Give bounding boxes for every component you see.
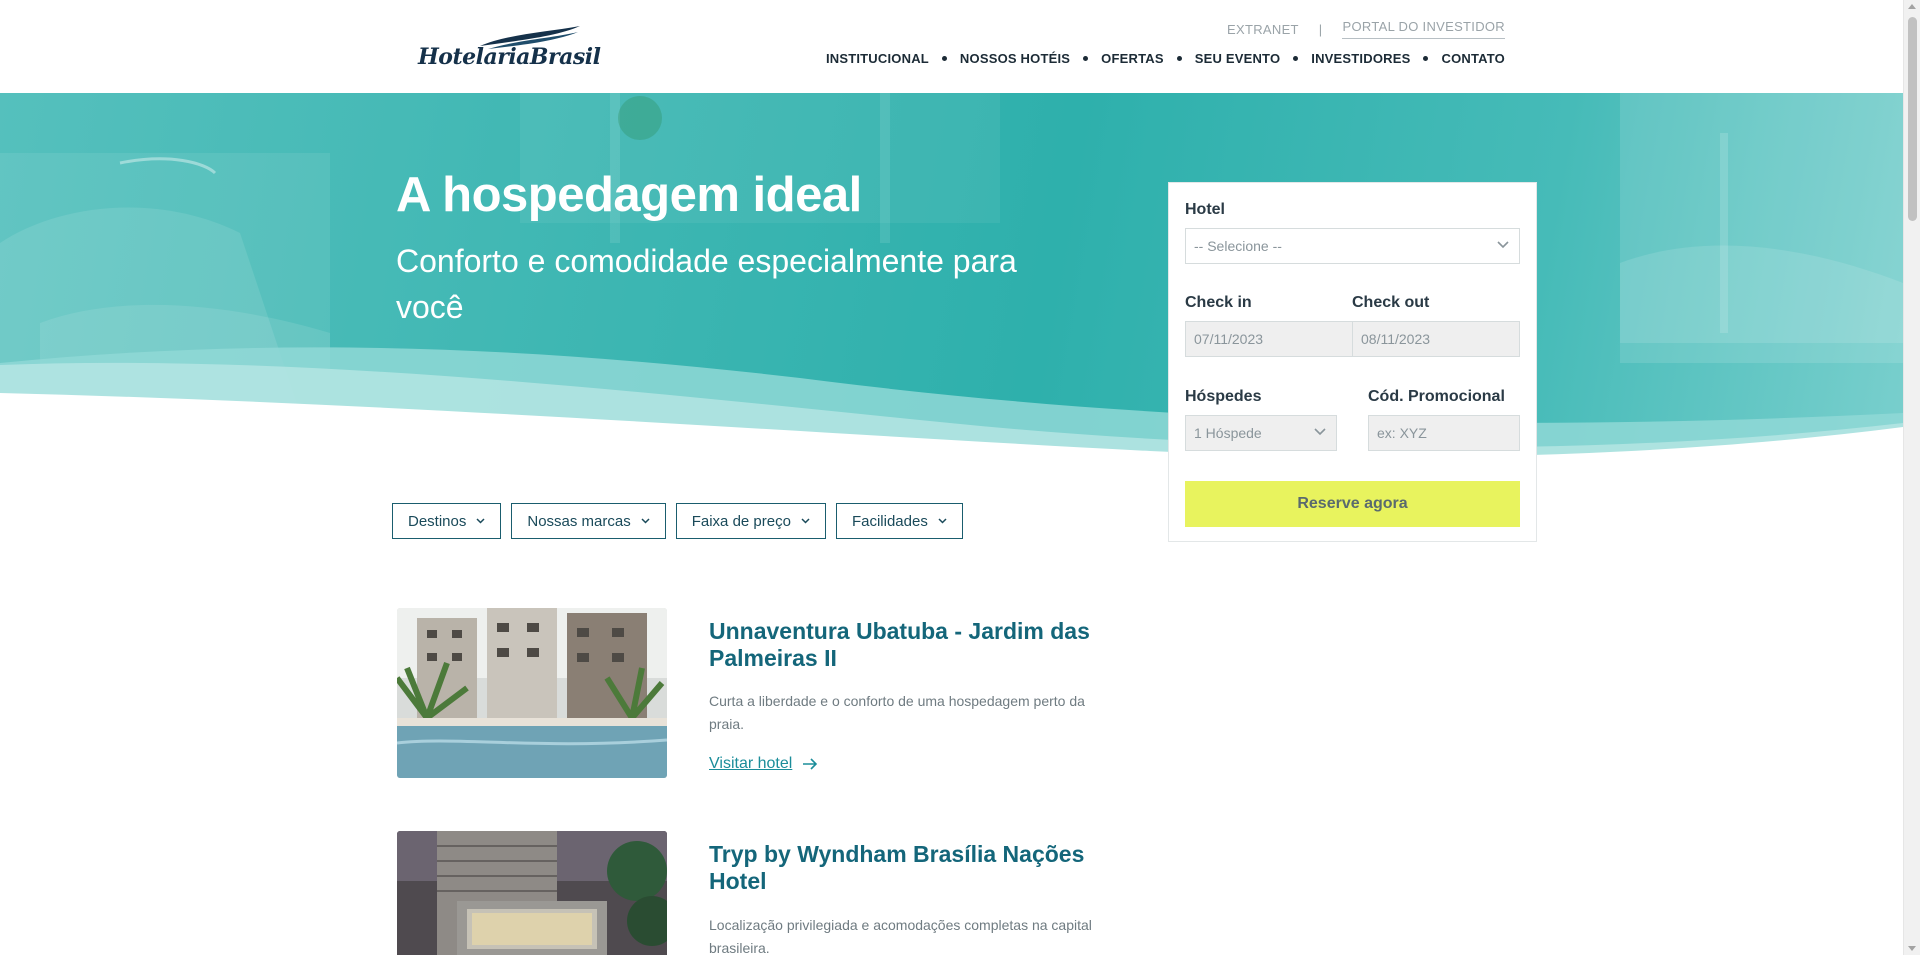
- main-navigation: INSTITUCIONAL NOSSOS HOTÉIS OFERTAS SEU …: [826, 51, 1505, 66]
- investor-portal-link[interactable]: PORTAL DO INVESTIDOR: [1342, 19, 1505, 39]
- checkin-date-field[interactable]: 07/11/2023: [1185, 321, 1353, 357]
- promo-code-label: Cód. Promocional: [1368, 388, 1505, 405]
- checkin-date-value: 07/11/2023: [1194, 331, 1264, 347]
- page-scrollbar[interactable]: [1903, 0, 1920, 955]
- hotel-description: Curta a liberdade e o conforto de uma ho…: [709, 693, 1085, 732]
- hotel-photo[interactable]: [397, 831, 667, 955]
- filter-nossas-marcas[interactable]: Nossas marcas: [511, 503, 666, 539]
- nav-contato[interactable]: CONTATO: [1441, 51, 1505, 66]
- site-header: HotelariaBrasil EXTRANET | PORTAL DO INV…: [0, 0, 1903, 93]
- hotel-description: Localização privilegiada e acomodações c…: [709, 917, 1092, 955]
- filter-label: Nossas marcas: [527, 512, 631, 530]
- hotel-card: Tryp by Wyndham Brasília Nações Hotel Lo…: [397, 831, 1097, 955]
- guests-select-value: 1 Hóspede: [1194, 425, 1262, 441]
- hotel-photo-building-icon: [397, 831, 667, 955]
- hotel-name[interactable]: Tryp by Wyndham Brasília Nações Hotel: [709, 841, 1109, 895]
- nav-bullet: [1176, 56, 1182, 61]
- visit-hotel-label: Visitar hotel: [709, 755, 793, 772]
- hotel-select[interactable]: -- Selecione --: [1185, 228, 1520, 264]
- guests-label: Hóspedes: [1185, 388, 1262, 405]
- top-links-separator: |: [1318, 21, 1323, 37]
- filter-label: Faixa de preço: [691, 512, 791, 530]
- chevron-down-icon: [641, 518, 650, 524]
- chevron-down-icon: [1314, 428, 1326, 436]
- filter-facilidades[interactable]: Facilidades: [835, 503, 963, 539]
- scrollbar-thumb[interactable]: [1908, 17, 1917, 221]
- promo-code-placeholder: ex: XYZ: [1377, 425, 1427, 441]
- chevron-down-icon: [476, 518, 485, 524]
- guests-select[interactable]: 1 Hóspede: [1185, 415, 1337, 451]
- filter-faixa-de-preco[interactable]: Faixa de preço: [675, 503, 826, 539]
- promo-code-input[interactable]: ex: XYZ: [1368, 415, 1520, 451]
- chevron-down-icon: [938, 518, 947, 524]
- nav-institucional[interactable]: INSTITUCIONAL: [826, 51, 929, 66]
- checkout-date-value: 08/11/2023: [1361, 331, 1431, 347]
- nav-investidores[interactable]: INVESTIDORES: [1311, 51, 1410, 66]
- logo-text: HotelariaBrasil: [418, 44, 601, 70]
- hotel-photo[interactable]: [397, 608, 667, 778]
- nav-bullet: [941, 56, 947, 61]
- nav-ofertas[interactable]: OFERTAS: [1101, 51, 1164, 66]
- hotelaria-brasil-logo[interactable]: HotelariaBrasil: [418, 26, 601, 72]
- chevron-down-icon: [1497, 241, 1509, 249]
- hero-title: A hospedagem ideal: [396, 168, 862, 222]
- filter-label: Destinos: [408, 512, 467, 530]
- scroll-up-arrow-icon[interactable]: [1908, 4, 1916, 9]
- booking-panel: Hotel -- Selecione -- Check in Check out…: [1168, 182, 1537, 542]
- filter-label: Facilidades: [851, 512, 928, 530]
- checkout-label: Check out: [1352, 294, 1430, 311]
- chevron-down-icon: [801, 518, 810, 524]
- hotel-photo-pool-icon: [397, 608, 667, 778]
- nav-bullet: [1293, 56, 1299, 61]
- checkout-date-field[interactable]: 08/11/2023: [1352, 321, 1520, 357]
- hotel-filters: Destinos Nossas marcas Faixa de preço Fa…: [392, 503, 963, 539]
- nav-seu-evento[interactable]: SEU EVENTO: [1195, 51, 1281, 66]
- top-utility-links: EXTRANET | PORTAL DO INVESTIDOR: [1227, 19, 1505, 39]
- reserve-now-button[interactable]: Reserve agora: [1185, 481, 1520, 527]
- nav-nossos-hoteis[interactable]: NOSSOS HOTÉIS: [960, 51, 1070, 66]
- filter-destinos[interactable]: Destinos: [392, 503, 502, 539]
- hotel-label: Hotel: [1185, 201, 1225, 218]
- hero-subtitle: Conforto e comodidade especialmente para…: [396, 243, 1017, 325]
- nav-bullet: [1083, 56, 1089, 61]
- hero-banner: A hospedagem ideal Conforto e comodidade…: [0, 93, 1903, 463]
- checkin-label: Check in: [1185, 294, 1252, 311]
- hotel-name[interactable]: Unnaventura Ubatuba - Jardim das Palmeir…: [709, 618, 1109, 672]
- visit-hotel-link[interactable]: Visitar hotel: [709, 755, 818, 773]
- scroll-down-arrow-icon[interactable]: [1908, 946, 1916, 951]
- hotel-card: Unnaventura Ubatuba - Jardim das Palmeir…: [397, 608, 1097, 783]
- hotel-select-value: -- Selecione --: [1194, 238, 1282, 254]
- arrow-right-icon: [803, 758, 818, 770]
- nav-bullet: [1423, 56, 1429, 61]
- extranet-link[interactable]: EXTRANET: [1227, 22, 1299, 37]
